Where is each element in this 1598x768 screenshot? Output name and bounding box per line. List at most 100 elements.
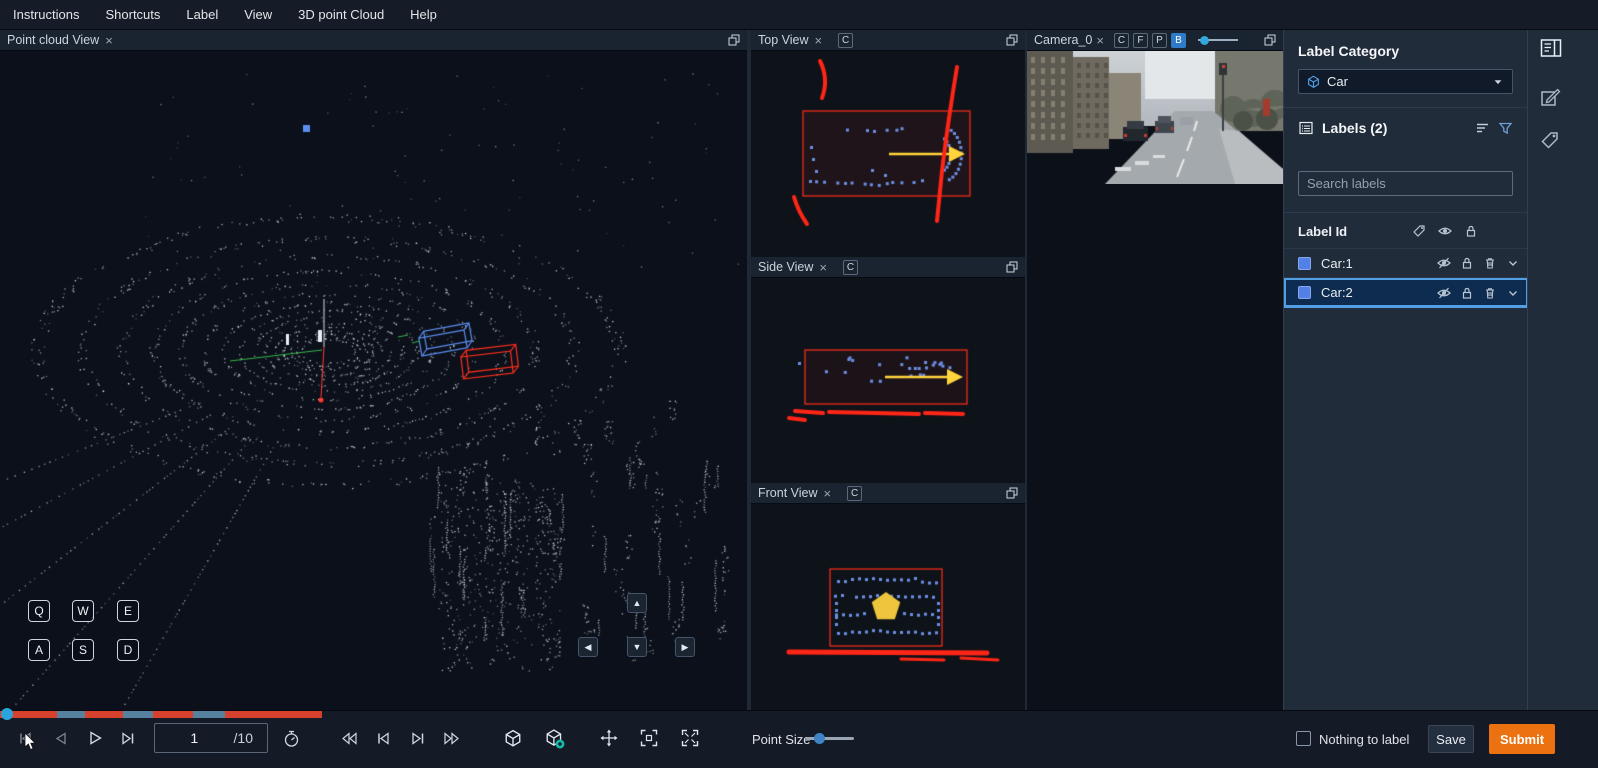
camera-badge-c[interactable]: C xyxy=(1114,33,1129,48)
menu-3d-point-cloud[interactable]: 3D point Cloud xyxy=(285,0,397,30)
lock-icon[interactable] xyxy=(1464,224,1478,238)
camera-image[interactable] xyxy=(1027,51,1283,184)
camera-badge-b[interactable]: B xyxy=(1171,33,1186,48)
pan-right-button[interactable]: ▶ xyxy=(675,637,695,657)
play-icon[interactable] xyxy=(88,730,103,746)
close-icon[interactable]: × xyxy=(819,261,827,274)
key-hint-d[interactable]: D xyxy=(117,639,139,661)
close-icon[interactable]: × xyxy=(815,34,823,47)
frame-number-input[interactable] xyxy=(155,730,234,746)
menu-instructions[interactable]: Instructions xyxy=(0,0,92,30)
restore-icon[interactable] xyxy=(1006,34,1018,46)
key-hint-e[interactable]: E xyxy=(117,600,139,622)
pan-down-button[interactable]: ▼ xyxy=(627,637,647,657)
menubar: Instructions Shortcuts Label View 3D poi… xyxy=(0,0,1598,30)
camera-badge-f[interactable]: F xyxy=(1133,33,1148,48)
restore-icon[interactable] xyxy=(728,34,740,46)
label-row-car1[interactable]: Car:1 xyxy=(1284,248,1528,278)
lock-icon[interactable] xyxy=(1460,286,1474,300)
labels-heading: Labels (2) xyxy=(1322,120,1467,136)
key-hint-q[interactable]: Q xyxy=(28,600,50,622)
label-id-heading: Label Id xyxy=(1298,224,1412,239)
label-color-swatch xyxy=(1298,286,1311,299)
menu-label[interactable]: Label xyxy=(173,0,231,30)
timeline-playhead[interactable] xyxy=(1,708,13,720)
point-size-knob[interactable] xyxy=(814,733,825,744)
tag-icon[interactable] xyxy=(1412,224,1426,238)
eye-off-icon[interactable] xyxy=(1437,256,1451,270)
point-cloud-panel-title: Point cloud View xyxy=(7,33,99,47)
save-button[interactable]: Save xyxy=(1428,725,1474,753)
sort-icon[interactable] xyxy=(1475,121,1490,135)
restore-icon[interactable] xyxy=(1264,34,1276,46)
lock-icon[interactable] xyxy=(1460,256,1474,270)
pan-left-button[interactable]: ◀ xyxy=(578,637,598,657)
timeline-segment[interactable] xyxy=(225,711,322,718)
close-icon[interactable]: × xyxy=(105,34,113,47)
nothing-to-label-checkbox[interactable] xyxy=(1296,731,1311,746)
top-view-header: Top View × C xyxy=(751,30,1025,51)
label-category-dropdown[interactable]: Car xyxy=(1298,69,1513,94)
label-row-car2[interactable]: Car:2 xyxy=(1284,278,1528,308)
fit-frame-icon[interactable] xyxy=(640,729,658,747)
edit-icon[interactable] xyxy=(1540,88,1561,108)
projection-badge[interactable]: C xyxy=(843,260,858,275)
point-size-slider[interactable] xyxy=(806,737,854,740)
top-view-viewport[interactable] xyxy=(751,51,1025,257)
stopwatch-icon[interactable] xyxy=(283,730,300,748)
label-sidebar: Label Category Car Labels (2) Label Id xyxy=(1283,30,1527,710)
tag-icon[interactable] xyxy=(1540,130,1560,150)
submit-button[interactable]: Submit xyxy=(1489,724,1555,754)
fullscreen-icon[interactable] xyxy=(681,729,699,747)
bottom-toolbar: /10 Point Size Nothing to label Save Sub… xyxy=(0,710,1598,768)
divider xyxy=(1284,107,1528,108)
slider-knob[interactable] xyxy=(1200,36,1209,45)
timeline-segment[interactable] xyxy=(153,711,193,718)
search-labels-input[interactable] xyxy=(1298,171,1513,196)
filter-icon[interactable] xyxy=(1498,121,1513,135)
prev-frame-icon[interactable] xyxy=(54,731,68,746)
side-view-viewport[interactable] xyxy=(751,278,1025,483)
menu-shortcuts[interactable]: Shortcuts xyxy=(92,0,173,30)
key-hint-s[interactable]: S xyxy=(72,639,94,661)
restore-icon[interactable] xyxy=(1006,261,1018,273)
close-icon[interactable]: × xyxy=(824,487,832,500)
last-frame-icon[interactable] xyxy=(410,731,426,746)
menu-view[interactable]: View xyxy=(231,0,285,30)
panel-toggle-icon[interactable] xyxy=(1540,38,1562,58)
label-name: Car:2 xyxy=(1321,285,1427,300)
trash-icon[interactable] xyxy=(1483,286,1497,300)
pan-up-button[interactable]: ▲ xyxy=(627,593,647,613)
camera-badge-p[interactable]: P xyxy=(1152,33,1167,48)
timeline-segment[interactable] xyxy=(57,711,85,718)
close-icon[interactable]: × xyxy=(1096,34,1104,47)
camera-title: Camera_0 xyxy=(1034,33,1092,47)
key-hint-a[interactable]: A xyxy=(28,639,50,661)
chevron-down-icon[interactable] xyxy=(1506,286,1520,300)
timeline-segment[interactable] xyxy=(123,711,153,718)
category-cube-icon xyxy=(1307,75,1320,89)
fast-forward-icon[interactable] xyxy=(443,731,461,746)
timeline-segment[interactable] xyxy=(85,711,123,718)
rewind-icon[interactable] xyxy=(340,731,358,746)
projection-badge[interactable]: C xyxy=(847,486,862,501)
chevron-down-icon[interactable] xyxy=(1506,256,1520,270)
menu-help[interactable]: Help xyxy=(397,0,450,30)
timeline-segment[interactable] xyxy=(193,711,225,718)
eye-icon[interactable] xyxy=(1438,224,1452,238)
first-frame-icon[interactable] xyxy=(376,731,392,746)
key-hint-w[interactable]: W xyxy=(72,600,94,622)
camera-opacity-slider[interactable] xyxy=(1198,39,1238,41)
projection-badge[interactable]: C xyxy=(838,33,853,48)
label-name: Car:1 xyxy=(1321,256,1427,271)
next-frame-icon[interactable] xyxy=(120,731,136,746)
cube-add-icon[interactable] xyxy=(545,729,565,749)
restore-icon[interactable] xyxy=(1006,487,1018,499)
label-category-heading: Label Category xyxy=(1298,43,1399,59)
frame-timeline[interactable] xyxy=(0,711,322,718)
trash-icon[interactable] xyxy=(1483,256,1497,270)
cube-icon[interactable] xyxy=(504,729,522,748)
eye-off-icon[interactable] xyxy=(1437,286,1451,300)
front-view-viewport[interactable] xyxy=(751,504,1025,710)
move-icon[interactable] xyxy=(600,729,618,747)
